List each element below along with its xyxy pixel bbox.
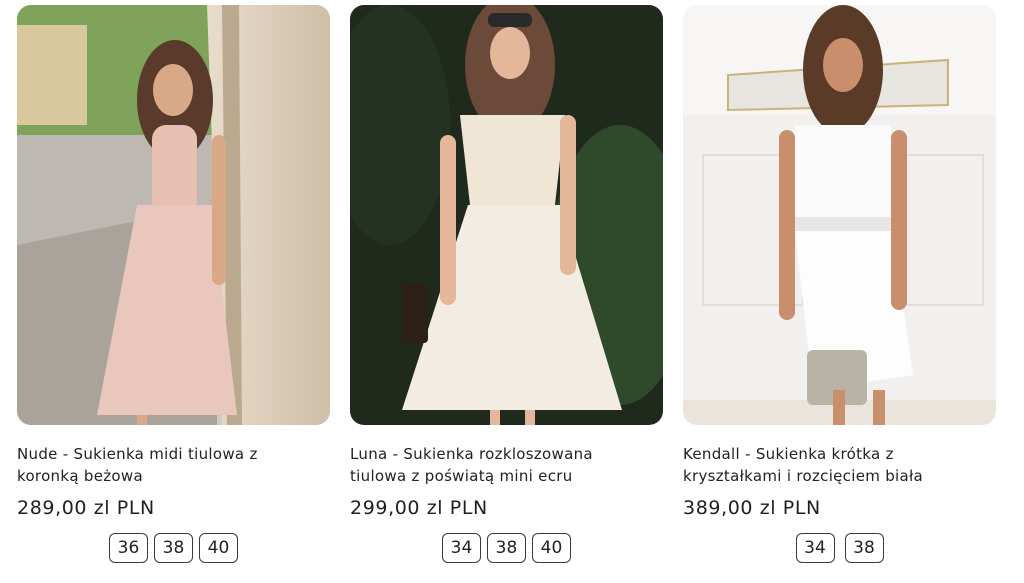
product-title[interactable]: Nude - Sukienka midi tiulowa z koronką b… (17, 443, 317, 487)
size-options: 34 38 (683, 533, 996, 563)
size-option[interactable]: 38 (844, 533, 884, 563)
product-title-line: koronką beżowa (17, 467, 143, 485)
product-title[interactable]: Kendall - Sukienka krótka z kryształkami… (683, 443, 983, 487)
size-option[interactable]: 34 (442, 533, 481, 563)
product-title[interactable]: Luna - Sukienka rozkloszowana tiulowa z … (350, 443, 650, 487)
product-price: 299,00 zl PLN (350, 497, 488, 519)
size-options: 34 38 40 (350, 533, 663, 563)
product-price: 289,00 zl PLN (17, 497, 155, 519)
product-card-nude[interactable]: Nude - Sukienka midi tiulowa z koronką b… (17, 5, 330, 575)
product-image[interactable] (683, 5, 996, 425)
product-grid: Nude - Sukienka midi tiulowa z koronką b… (17, 5, 997, 575)
size-option[interactable]: 40 (199, 533, 238, 563)
size-option[interactable]: 38 (154, 533, 193, 563)
product-image[interactable] (350, 5, 663, 425)
product-title-line: Kendall - Sukienka krótka z (683, 445, 894, 463)
product-title-line: kryształkami i rozcięciem biała (683, 467, 924, 485)
product-price: 389,00 zl PLN (683, 497, 821, 519)
size-option[interactable]: 40 (532, 533, 571, 563)
product-title-line: Nude - Sukienka midi tiulowa z (17, 445, 258, 463)
product-image[interactable] (17, 5, 330, 425)
product-title-line: tiulowa z poświatą mini ecru (350, 467, 573, 485)
product-card-luna[interactable]: Luna - Sukienka rozkloszowana tiulowa z … (350, 5, 663, 575)
product-card-kendall[interactable]: Kendall - Sukienka krótka z kryształkami… (683, 5, 996, 575)
product-title-line: Luna - Sukienka rozkloszowana (350, 445, 593, 463)
size-option[interactable]: 38 (487, 533, 526, 563)
product-photo-kendall-dress (683, 5, 996, 425)
product-photo-luna-dress (350, 5, 663, 425)
size-option[interactable]: 36 (109, 533, 148, 563)
size-options: 36 38 40 (17, 533, 330, 563)
size-option[interactable]: 34 (795, 533, 835, 563)
product-photo-nude-dress (17, 5, 330, 425)
